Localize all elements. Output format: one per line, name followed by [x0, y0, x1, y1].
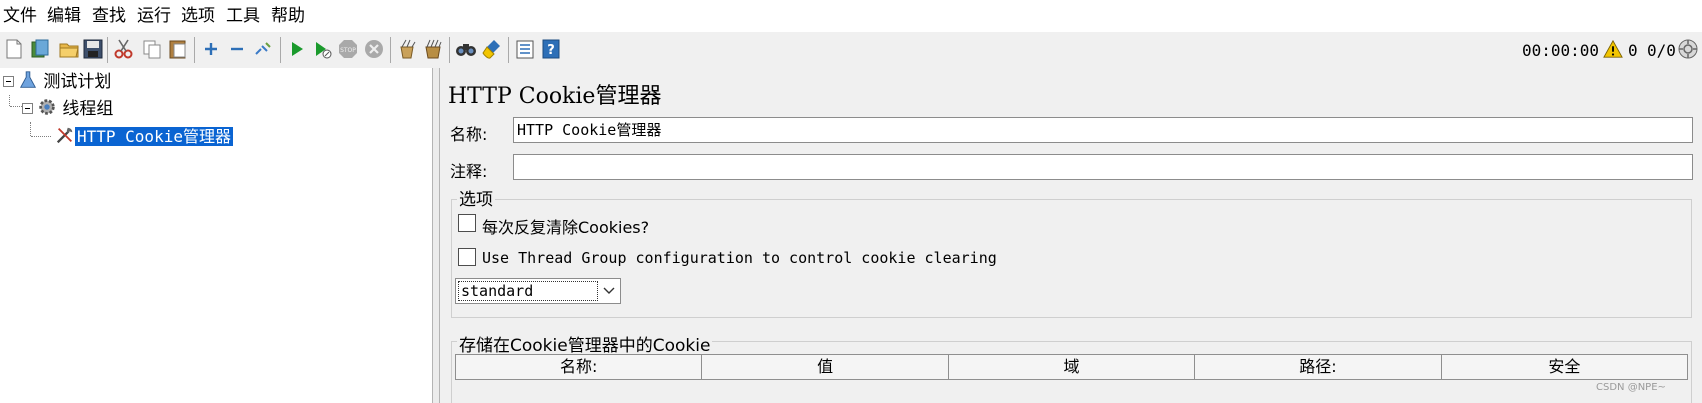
svg-text:?: ? — [547, 43, 555, 58]
reset-search-icon[interactable] — [481, 38, 503, 60]
menu-search[interactable]: 查找 — [92, 6, 126, 26]
menu-help[interactable]: 帮助 — [271, 6, 305, 26]
help-icon[interactable]: ? — [540, 38, 562, 60]
tree-node-cookie-manager[interactable]: HTTP Cookie管理器 — [55, 125, 233, 147]
tree-label-test-plan: 测试计划 — [43, 72, 112, 92]
tree-node-thread-group[interactable]: 线程组 — [37, 97, 113, 119]
menu-file[interactable]: 文件 — [3, 6, 37, 26]
test-plan-icon — [19, 71, 37, 88]
stored-cookies-legend: 存储在Cookie管理器中的Cookie — [457, 331, 713, 356]
menu-edit[interactable]: 编辑 — [47, 6, 81, 26]
toolbar-separator — [508, 37, 509, 63]
clear-each-iteration-checkbox[interactable] — [458, 214, 476, 232]
cookies-table-header: 名称: 值 域 路径: 安全 — [455, 354, 1689, 380]
column-value[interactable]: 值 — [702, 354, 949, 380]
tree-node-test-plan[interactable]: 测试计划 — [18, 70, 111, 92]
open-icon[interactable] — [58, 38, 80, 60]
toolbar: STOP ? 00:00:00 0 0/0 — [0, 33, 1702, 67]
gear-icon — [39, 99, 55, 115]
pane-splitter[interactable] — [433, 68, 440, 403]
chevron-down-icon[interactable] — [598, 279, 620, 303]
collapse-icon[interactable] — [226, 38, 248, 60]
menu-tools[interactable]: 工具 — [226, 6, 260, 26]
watermark: CSDN @NPE~ — [1596, 382, 1666, 393]
expand-icon[interactable] — [200, 38, 222, 60]
stop-icon[interactable]: STOP — [337, 38, 359, 60]
column-domain[interactable]: 域 — [948, 354, 1196, 380]
tree-collapse-toggle[interactable] — [22, 103, 33, 114]
toolbar-separator — [194, 37, 195, 63]
column-name[interactable]: 名称: — [455, 354, 703, 380]
name-field[interactable]: HTTP Cookie管理器 — [513, 117, 1693, 143]
elapsed-time: 00:00:00 — [1522, 41, 1600, 60]
toggle-icon[interactable] — [252, 38, 274, 60]
tree-connector — [9, 95, 10, 106]
page-title: HTTP Cookie管理器 — [448, 84, 662, 109]
svg-text:STOP: STOP — [340, 47, 356, 54]
start-icon[interactable] — [286, 38, 308, 60]
shutdown-icon[interactable] — [363, 38, 385, 60]
templates-icon[interactable] — [29, 38, 51, 60]
toolbar-separator — [280, 37, 281, 63]
warning-icon[interactable] — [1603, 39, 1623, 59]
use-thread-group-checkbox[interactable] — [458, 248, 476, 266]
toolbar-separator — [449, 37, 450, 63]
column-path[interactable]: 路径: — [1195, 354, 1442, 380]
options-legend: 选项 — [457, 185, 495, 210]
save-icon[interactable] — [82, 38, 104, 60]
search-icon[interactable] — [455, 38, 477, 60]
remote-status-icon[interactable] — [1677, 38, 1699, 60]
tree-connector — [30, 122, 31, 136]
active-threads: 0/0 — [1647, 41, 1676, 60]
toolbar-separator — [107, 37, 108, 63]
cut-icon[interactable] — [113, 38, 135, 60]
name-label: 名称: — [450, 125, 488, 144]
clear-icon[interactable] — [396, 38, 418, 60]
tree-connector — [31, 136, 51, 137]
menu-options[interactable]: 选项 — [181, 6, 215, 26]
new-icon[interactable] — [3, 38, 25, 60]
toolbar-separator — [390, 37, 391, 63]
column-secure[interactable]: 安全 — [1441, 354, 1689, 380]
test-plan-tree[interactable]: 测试计划 线程组 HTTP Cookie管理器 — [0, 68, 433, 403]
wrench-icon — [56, 127, 73, 144]
clear-each-iteration-label: 每次反复清除Cookies? — [482, 218, 650, 237]
cookie-policy-select[interactable]: standard — [455, 278, 621, 304]
use-thread-group-label: Use Thread Group configuration to contro… — [482, 249, 997, 267]
cookie-policy-value: standard — [458, 281, 598, 301]
menu-bar: 文件 编辑 查找 运行 选项 工具 帮助 — [0, 0, 1702, 32]
comment-label: 注释: — [450, 162, 488, 181]
paste-icon[interactable] — [167, 38, 189, 60]
tree-label-cookie-manager: HTTP Cookie管理器 — [75, 127, 233, 146]
comment-field[interactable] — [513, 154, 1693, 180]
copy-icon[interactable] — [141, 38, 163, 60]
clear-all-icon[interactable] — [422, 38, 444, 60]
menu-run[interactable]: 运行 — [137, 6, 171, 26]
warning-count: 0 — [1628, 41, 1638, 60]
start-no-pause-icon[interactable] — [311, 38, 333, 60]
function-helper-icon[interactable] — [514, 38, 536, 60]
tree-collapse-toggle[interactable] — [3, 76, 14, 87]
tree-label-thread-group: 线程组 — [62, 99, 114, 119]
